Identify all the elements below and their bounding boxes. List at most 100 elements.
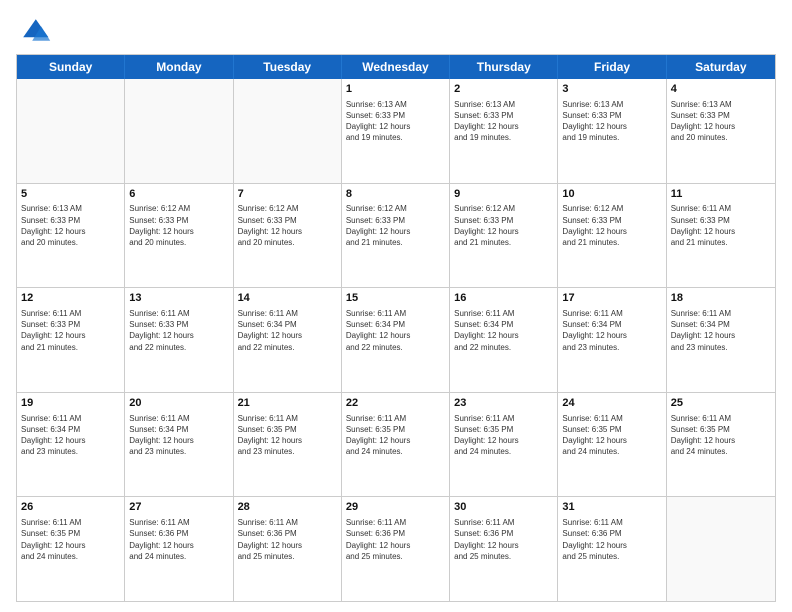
calendar-cell: 14 Sunrise: 6:11 AM Sunset: 6:34 PM Dayli… xyxy=(234,288,342,392)
cell-info: Sunrise: 6:11 AM Sunset: 6:34 PM Dayligh… xyxy=(238,308,337,353)
day-number: 31 xyxy=(562,500,661,515)
header-day-wednesday: Wednesday xyxy=(342,55,450,79)
cell-info: Sunrise: 6:11 AM Sunset: 6:33 PM Dayligh… xyxy=(129,308,228,353)
day-number: 7 xyxy=(238,187,337,202)
header-day-sunday: Sunday xyxy=(17,55,125,79)
cell-info: Sunrise: 6:12 AM Sunset: 6:33 PM Dayligh… xyxy=(238,203,337,248)
calendar-cell: 21 Sunrise: 6:11 AM Sunset: 6:35 PM Dayli… xyxy=(234,393,342,497)
cell-info: Sunrise: 6:11 AM Sunset: 6:36 PM Dayligh… xyxy=(562,517,661,562)
cell-info: Sunrise: 6:13 AM Sunset: 6:33 PM Dayligh… xyxy=(562,99,661,144)
cell-info: Sunrise: 6:11 AM Sunset: 6:33 PM Dayligh… xyxy=(671,203,771,248)
day-number: 13 xyxy=(129,291,228,306)
calendar-cell: 20Sunrise: 6:11 AM Sunset: 6:34 PM Dayli… xyxy=(125,393,233,497)
calendar-cell: 8Sunrise: 6:12 AM Sunset: 6:33 PM Daylig… xyxy=(342,184,450,288)
cell-info: Sunrise: 6:11 AM Sunset: 6:35 PM Dayligh… xyxy=(562,413,661,458)
calendar-cell: 24 Sunrise: 6:11 AM Sunset: 6:35 PM Dayli… xyxy=(558,393,666,497)
cell-info: Sunrise: 6:11 AM Sunset: 6:33 PM Dayligh… xyxy=(21,308,120,353)
calendar-cell: 10Sunrise: 6:12 AM Sunset: 6:33 PM Dayli… xyxy=(558,184,666,288)
calendar-cell xyxy=(667,497,775,601)
day-number: 5 xyxy=(21,187,120,202)
cell-info: Sunrise: 6:12 AM Sunset: 6:33 PM Dayligh… xyxy=(562,203,661,248)
cell-info: Sunrise: 6:11 AM Sunset: 6:36 PM Dayligh… xyxy=(346,517,445,562)
day-number: 1 xyxy=(346,82,445,97)
calendar-cell: 15 Sunrise: 6:11 AM Sunset: 6:34 PM Dayli… xyxy=(342,288,450,392)
cell-info: Sunrise: 6:12 AM Sunset: 6:33 PM Dayligh… xyxy=(454,203,553,248)
cell-info: Sunrise: 6:11 AM Sunset: 6:35 PM Dayligh… xyxy=(454,413,553,458)
day-number: 28 xyxy=(238,500,337,515)
calendar-cell: 13 Sunrise: 6:11 AM Sunset: 6:33 PM Dayli… xyxy=(125,288,233,392)
calendar-cell: 25 Sunrise: 6:11 AM Sunset: 6:35 PM Dayli… xyxy=(667,393,775,497)
calendar-row-2: 5Sunrise: 6:13 AM Sunset: 6:33 PM Daylig… xyxy=(17,184,775,289)
cell-info: Sunrise: 6:11 AM Sunset: 6:35 PM Dayligh… xyxy=(346,413,445,458)
cell-info: Sunrise: 6:11 AM Sunset: 6:34 PM Dayligh… xyxy=(21,413,120,458)
day-number: 16 xyxy=(454,291,553,306)
calendar-cell: 26 Sunrise: 6:11 AM Sunset: 6:35 PM Dayli… xyxy=(17,497,125,601)
cell-info: Sunrise: 6:11 AM Sunset: 6:35 PM Dayligh… xyxy=(671,413,771,458)
calendar-row-4: 19 Sunrise: 6:11 AM Sunset: 6:34 PM Dayli… xyxy=(17,393,775,498)
calendar-cell xyxy=(17,79,125,183)
day-number: 2 xyxy=(454,82,553,97)
day-number: 22 xyxy=(346,396,445,411)
calendar-cell: 22 Sunrise: 6:11 AM Sunset: 6:35 PM Dayli… xyxy=(342,393,450,497)
calendar-cell: 11Sunrise: 6:11 AM Sunset: 6:33 PM Dayli… xyxy=(667,184,775,288)
day-number: 26 xyxy=(21,500,120,515)
calendar-cell: 31 Sunrise: 6:11 AM Sunset: 6:36 PM Dayli… xyxy=(558,497,666,601)
cell-info: Sunrise: 6:11 AM Sunset: 6:34 PM Dayligh… xyxy=(129,413,228,458)
calendar-cell: 3 Sunrise: 6:13 AM Sunset: 6:33 PM Daylig… xyxy=(558,79,666,183)
calendar: SundayMondayTuesdayWednesdayThursdayFrid… xyxy=(16,54,776,602)
day-number: 25 xyxy=(671,396,771,411)
cell-info: Sunrise: 6:13 AM Sunset: 6:33 PM Dayligh… xyxy=(671,99,771,144)
cell-info: Sunrise: 6:11 AM Sunset: 6:36 PM Dayligh… xyxy=(129,517,228,562)
header-day-monday: Monday xyxy=(125,55,233,79)
cell-info: Sunrise: 6:11 AM Sunset: 6:36 PM Dayligh… xyxy=(238,517,337,562)
day-number: 23 xyxy=(454,396,553,411)
calendar-cell: 2Sunrise: 6:13 AM Sunset: 6:33 PM Daylig… xyxy=(450,79,558,183)
calendar-cell: 12 Sunrise: 6:11 AM Sunset: 6:33 PM Dayli… xyxy=(17,288,125,392)
calendar-row-1: 1 Sunrise: 6:13 AM Sunset: 6:33 PM Daylig… xyxy=(17,79,775,184)
header-day-friday: Friday xyxy=(558,55,666,79)
cell-info: Sunrise: 6:11 AM Sunset: 6:34 PM Dayligh… xyxy=(454,308,553,353)
logo-icon xyxy=(16,12,52,48)
calendar-row-3: 12 Sunrise: 6:11 AM Sunset: 6:33 PM Dayli… xyxy=(17,288,775,393)
day-number: 18 xyxy=(671,291,771,306)
day-number: 24 xyxy=(562,396,661,411)
header-day-thursday: Thursday xyxy=(450,55,558,79)
calendar-cell xyxy=(234,79,342,183)
day-number: 30 xyxy=(454,500,553,515)
day-number: 15 xyxy=(346,291,445,306)
calendar-cell: 5Sunrise: 6:13 AM Sunset: 6:33 PM Daylig… xyxy=(17,184,125,288)
cell-info: Sunrise: 6:12 AM Sunset: 6:33 PM Dayligh… xyxy=(129,203,228,248)
calendar-cell: 7Sunrise: 6:12 AM Sunset: 6:33 PM Daylig… xyxy=(234,184,342,288)
cell-info: Sunrise: 6:11 AM Sunset: 6:35 PM Dayligh… xyxy=(238,413,337,458)
calendar-cell: 30Sunrise: 6:11 AM Sunset: 6:36 PM Dayli… xyxy=(450,497,558,601)
cell-info: Sunrise: 6:12 AM Sunset: 6:33 PM Dayligh… xyxy=(346,203,445,248)
calendar-cell: 23 Sunrise: 6:11 AM Sunset: 6:35 PM Dayli… xyxy=(450,393,558,497)
header-day-tuesday: Tuesday xyxy=(234,55,342,79)
logo xyxy=(16,12,56,48)
calendar-header: SundayMondayTuesdayWednesdayThursdayFrid… xyxy=(17,55,775,79)
day-number: 9 xyxy=(454,187,553,202)
day-number: 21 xyxy=(238,396,337,411)
day-number: 3 xyxy=(562,82,661,97)
page: SundayMondayTuesdayWednesdayThursdayFrid… xyxy=(0,0,792,612)
calendar-cell: 9Sunrise: 6:12 AM Sunset: 6:33 PM Daylig… xyxy=(450,184,558,288)
day-number: 8 xyxy=(346,187,445,202)
day-number: 29 xyxy=(346,500,445,515)
calendar-row-5: 26 Sunrise: 6:11 AM Sunset: 6:35 PM Dayli… xyxy=(17,497,775,601)
day-number: 19 xyxy=(21,396,120,411)
header xyxy=(16,12,776,48)
day-number: 27 xyxy=(129,500,228,515)
day-number: 14 xyxy=(238,291,337,306)
calendar-cell: 27 Sunrise: 6:11 AM Sunset: 6:36 PM Dayli… xyxy=(125,497,233,601)
day-number: 12 xyxy=(21,291,120,306)
day-number: 6 xyxy=(129,187,228,202)
calendar-cell: 6Sunrise: 6:12 AM Sunset: 6:33 PM Daylig… xyxy=(125,184,233,288)
cell-info: Sunrise: 6:11 AM Sunset: 6:34 PM Dayligh… xyxy=(346,308,445,353)
calendar-cell: 4Sunrise: 6:13 AM Sunset: 6:33 PM Daylig… xyxy=(667,79,775,183)
calendar-cell: 18Sunrise: 6:11 AM Sunset: 6:34 PM Dayli… xyxy=(667,288,775,392)
cell-info: Sunrise: 6:13 AM Sunset: 6:33 PM Dayligh… xyxy=(21,203,120,248)
cell-info: Sunrise: 6:11 AM Sunset: 6:35 PM Dayligh… xyxy=(21,517,120,562)
calendar-cell: 29 Sunrise: 6:11 AM Sunset: 6:36 PM Dayli… xyxy=(342,497,450,601)
calendar-cell: 1Sunrise: 6:13 AM Sunset: 6:33 PM Daylig… xyxy=(342,79,450,183)
day-number: 17 xyxy=(562,291,661,306)
